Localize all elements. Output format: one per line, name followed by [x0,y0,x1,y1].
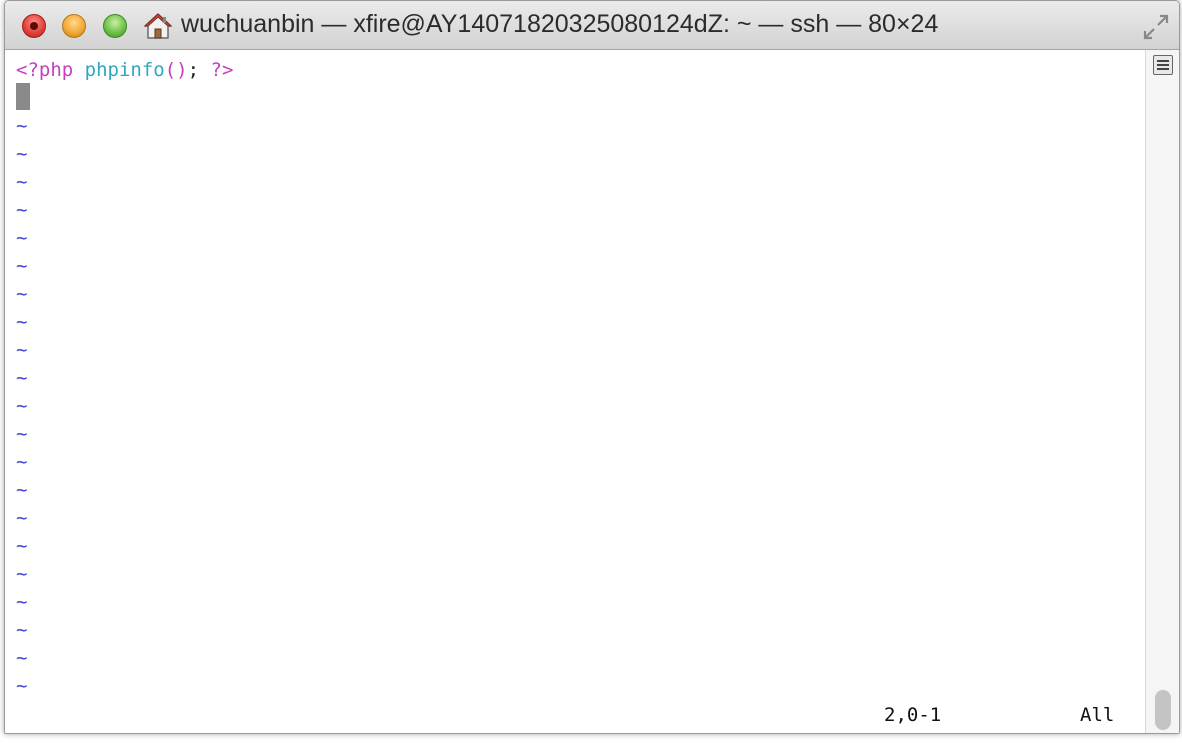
empty-line-marker: ~ [16,507,28,529]
empty-line-marker: ~ [16,143,28,165]
terminal-content[interactable]: <?php phpinfo(); ?> ~ ~ ~ ~ ~ ~ ~ ~ ~ ~ … [5,50,1145,733]
empty-line-marker: ~ [16,479,28,501]
window-title: wuchuanbin — xfire@AY14071820325080124dZ… [181,10,939,38]
function-name: phpinfo [84,59,165,81]
code-line: <?php phpinfo(); ?> [16,56,233,84]
text-cursor [16,83,30,110]
empty-line-marker: ~ [16,675,28,697]
empty-line-marker: ~ [16,171,28,193]
empty-line-marker: ~ [16,647,28,669]
home-icon [143,13,173,39]
empty-line-marker: ~ [16,451,28,473]
empty-line-marker: ~ [16,395,28,417]
terminal-window: wuchuanbin — xfire@AY14071820325080124dZ… [4,0,1180,734]
empty-line-marker: ~ [16,591,28,613]
semicolon: ; [187,59,200,81]
empty-line-marker: ~ [16,367,28,389]
scroll-position: All [1080,704,1115,726]
function-parens: () [164,59,188,81]
close-button[interactable] [22,14,46,38]
empty-line-marker: ~ [16,115,28,137]
empty-line-marker: ~ [16,199,28,221]
fullscreen-icon[interactable] [1141,12,1171,42]
empty-line-marker: ~ [16,283,28,305]
empty-line-marker: ~ [16,619,28,641]
empty-line-marker: ~ [16,255,28,277]
cursor-position: 2,0-1 [884,704,942,726]
vertical-scrollbar[interactable] [1145,50,1179,733]
split-pane-button[interactable] [1153,55,1173,75]
empty-line-marker: ~ [16,227,28,249]
empty-line-marker: ~ [16,535,28,557]
minimize-button[interactable] [62,14,86,38]
php-open-tag: <?php [16,59,74,81]
empty-line-marker: ~ [16,563,28,585]
empty-line-marker: ~ [16,339,28,361]
empty-line-marker: ~ [16,311,28,333]
php-close-tag: ?> [210,59,234,81]
empty-line-marker: ~ [16,423,28,445]
scroll-thumb[interactable] [1155,690,1171,730]
title-bar[interactable]: wuchuanbin — xfire@AY14071820325080124dZ… [5,1,1179,50]
zoom-button[interactable] [103,14,127,38]
